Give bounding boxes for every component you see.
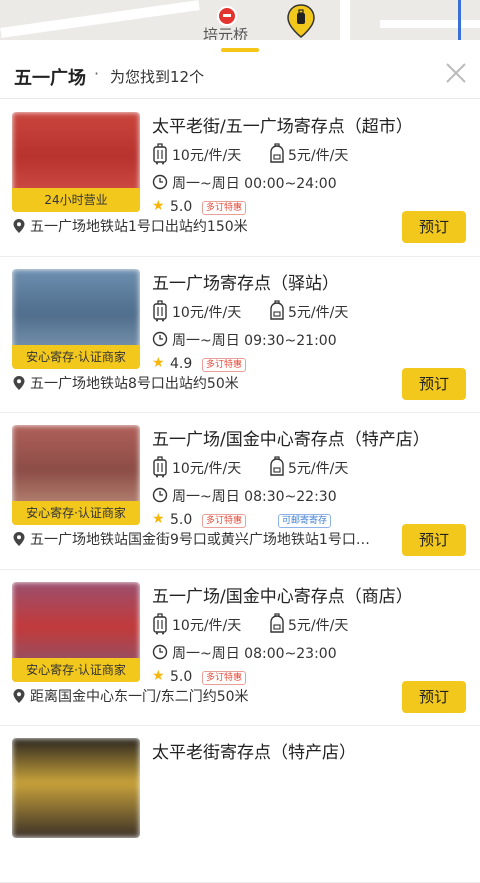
store-name[interactable]: 太平老街/五一广场寄存点（超市）	[152, 112, 413, 137]
metro-station-icon[interactable]	[217, 6, 237, 26]
store-card[interactable]: 太平老街寄存点（特产店）	[0, 726, 480, 883]
store-thumbnail[interactable]: 安心寄存·认证商家	[12, 581, 140, 682]
backpack-icon	[270, 143, 284, 163]
store-badge: 安心寄存·认证商家	[12, 657, 140, 682]
bag-price-text: 5元/件/天	[288, 461, 349, 477]
rating-score: 4.9	[170, 355, 193, 372]
luggage-price-text: 10元/件/天	[172, 148, 242, 164]
store-name[interactable]: 太平老街寄存点（特产店）	[152, 738, 356, 763]
results-sheet: 五一广场 · 为您找到12个 24小时营业 太平老街/五一广场寄存点（超市） 1…	[0, 40, 480, 883]
store-badge: 安心寄存·认证商家	[12, 501, 140, 525]
location-pin-icon	[13, 219, 25, 233]
header-separator: ·	[94, 64, 100, 83]
location-title: 五一广场	[14, 68, 86, 89]
clock-icon	[152, 487, 168, 503]
opening-hours-text: 周一~周日 08:30~22:30	[172, 489, 337, 505]
bag-price-text: 5元/件/天	[288, 617, 349, 634]
results-header: 五一广场 · 为您找到12个	[0, 54, 480, 99]
store-address-text: 五一广场地铁站8号口出站约50米	[30, 375, 239, 392]
opening-hours-text: 周一~周日 09:30~21:00	[172, 332, 337, 349]
store-address: 五一广场地铁站1号口出站约150米	[12, 216, 392, 238]
store-badge: 安心寄存·认证商家	[12, 344, 140, 369]
store-card[interactable]: 安心寄存·认证商家 五一广场/国金中心寄存点（商店） 10元/件/天 5元/件/…	[0, 570, 480, 726]
location-pin-icon	[13, 375, 25, 390]
promo-tag: 多订特惠	[202, 201, 247, 215]
map-road	[0, 0, 200, 38]
clock-icon	[152, 644, 168, 659]
store-address: 距离国金中心东一门/东二门约50米	[12, 686, 392, 708]
store-name[interactable]: 五一广场/国金中心寄存点（特产店）	[152, 425, 430, 450]
result-count: 为您找到12个	[110, 68, 205, 86]
star-icon: ★	[152, 198, 165, 214]
store-thumbnail[interactable]	[12, 738, 140, 838]
location-pin-icon	[13, 532, 25, 546]
store-thumbnail[interactable]: 安心寄存·认证商家	[12, 268, 140, 369]
promo-tag: 多订特惠	[202, 670, 247, 685]
suitcase-icon	[153, 456, 167, 478]
store-address-text: 五一广场地铁站1号口出站约150米	[30, 219, 248, 235]
opening-hours-text: 周一~周日 00:00~24:00	[172, 176, 337, 192]
store-badge: 24小时营业	[12, 188, 140, 212]
star-icon: ★	[152, 354, 165, 371]
book-button[interactable]: 预订	[402, 524, 466, 556]
luggage-price-text: 10元/件/天	[172, 304, 242, 321]
backpack-icon	[270, 299, 284, 320]
store-name[interactable]: 五一广场/国金中心寄存点（商店）	[152, 582, 413, 607]
store-list: 24小时营业 太平老街/五一广场寄存点（超市） 10元/件/天 5元/件/天 周…	[0, 100, 480, 883]
store-thumbnail[interactable]: 24小时营业	[12, 112, 140, 212]
mail-storage-tag: 可邮寄寄存	[278, 514, 332, 528]
clock-icon	[152, 174, 168, 190]
store-photo	[12, 738, 140, 838]
opening-hours-text: 周一~周日 08:00~23:00	[172, 645, 337, 662]
clock-icon	[152, 331, 168, 346]
promo-tag: 多订特惠	[202, 357, 247, 372]
promo-tag: 多订特惠	[202, 514, 247, 528]
star-icon: ★	[152, 667, 165, 684]
suitcase-icon	[153, 299, 167, 321]
luggage-price-text: 10元/件/天	[172, 617, 242, 634]
map-road	[380, 20, 480, 28]
store-address-text: 五一广场地铁站国金街9号口或黄兴广场地铁站1号口…	[30, 532, 370, 548]
bag-price-text: 5元/件/天	[288, 148, 349, 164]
store-card[interactable]: 安心寄存·认证商家 五一广场寄存点（驿站） 10元/件/天 5元/件/天 周一~…	[0, 257, 480, 413]
suitcase-icon	[153, 612, 167, 634]
luggage-location-pin-icon[interactable]	[287, 4, 315, 38]
rating-score: 5.0	[170, 512, 193, 528]
star-icon: ★	[152, 511, 165, 527]
map-road	[340, 0, 350, 40]
bag-price-text: 5元/件/天	[288, 304, 349, 321]
rating-score: 5.0	[170, 668, 193, 685]
store-card[interactable]: 安心寄存·认证商家 五一广场/国金中心寄存点（特产店） 10元/件/天 5元/件…	[0, 413, 480, 570]
book-button[interactable]: 预订	[402, 680, 466, 713]
store-address: 五一广场地铁站8号口出站约50米	[12, 373, 392, 395]
sheet-drag-handle[interactable]	[221, 48, 259, 52]
store-name[interactable]: 五一广场寄存点（驿站）	[152, 269, 339, 294]
close-icon[interactable]	[444, 61, 468, 85]
store-card[interactable]: 24小时营业 太平老街/五一广场寄存点（超市） 10元/件/天 5元/件/天 周…	[0, 100, 480, 257]
luggage-price-text: 10元/件/天	[172, 461, 242, 477]
store-address-text: 距离国金中心东一门/东二门约50米	[30, 688, 249, 705]
rating-score: 5.0	[170, 199, 193, 215]
book-button[interactable]: 预订	[402, 211, 466, 243]
metro-station-label: 培元桥	[203, 26, 249, 40]
backpack-icon	[270, 612, 284, 633]
metro-line	[458, 0, 461, 40]
store-thumbnail[interactable]: 安心寄存·认证商家	[12, 425, 140, 525]
store-address: 五一广场地铁站国金街9号口或黄兴广场地铁站1号口…	[12, 529, 392, 551]
backpack-icon	[270, 456, 284, 476]
location-pin-icon	[13, 688, 25, 703]
map-area[interactable]: 培元桥	[0, 0, 480, 40]
suitcase-icon	[153, 143, 167, 165]
book-button[interactable]: 预订	[402, 367, 466, 400]
